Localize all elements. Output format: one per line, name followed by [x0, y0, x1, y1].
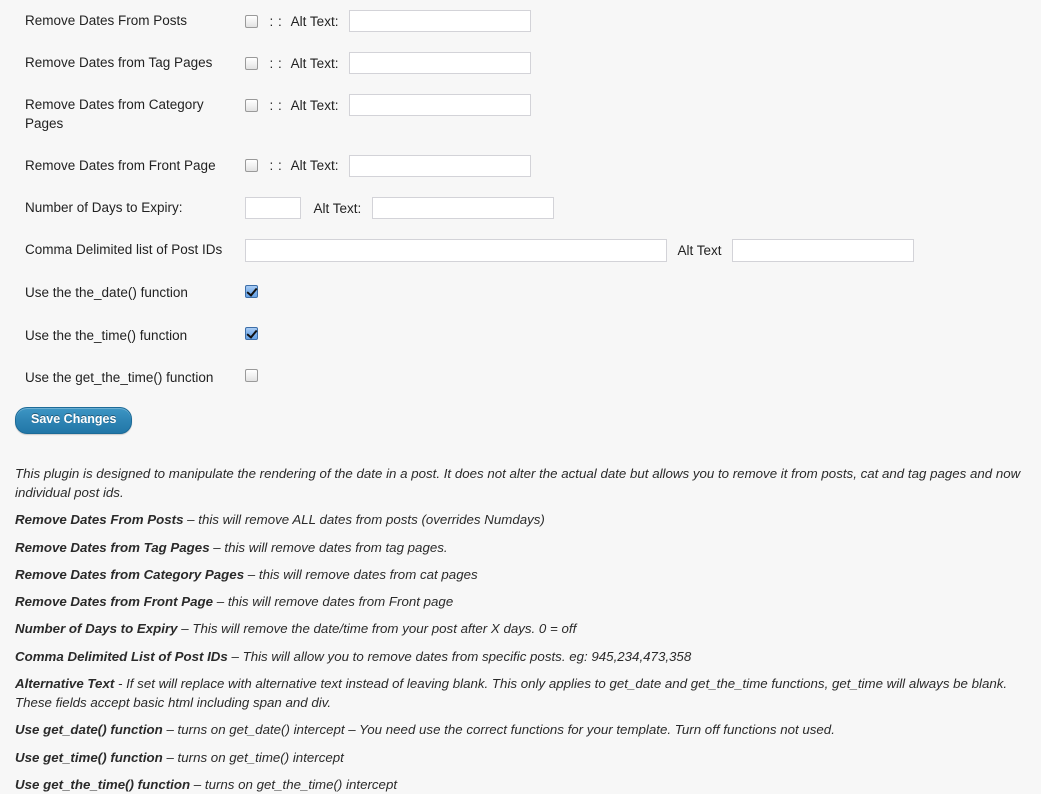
alt-text-label-days-to-expiry: Alt Text: [313, 201, 361, 216]
description-item-text: – This will allow you to remove dates fr… [228, 649, 691, 664]
checkbox-use-the-time[interactable] [245, 327, 258, 340]
settings-row-remove-dates-posts: Remove Dates From Posts : : Alt Text: [0, 0, 1041, 42]
post-ids-input[interactable] [245, 239, 667, 262]
description-item-term: Remove Dates from Front Page [15, 594, 213, 609]
alt-text-label-remove-dates-category-pages: Alt Text: [291, 98, 339, 113]
settings-row-remove-dates-front-page: Remove Dates from Front Page : : Alt Tex… [0, 145, 1041, 187]
description-item-text: – turns on get_the_time() intercept [190, 777, 397, 792]
settings-label-post-ids: Comma Delimited list of Post IDs [0, 229, 245, 272]
alt-text-input-remove-dates-tag-pages[interactable] [349, 52, 531, 74]
description-item-term: Use get_time() function [15, 750, 163, 765]
description-item-text: – This will remove the date/time from yo… [178, 621, 577, 636]
settings-field-use-get-the-time [245, 357, 1041, 399]
description-item-term: Use get_the_time() function [15, 777, 190, 792]
description-item: Comma Delimited List of Post IDs – This … [15, 647, 1029, 666]
settings-field-days-to-expiry: Alt Text: [245, 187, 1041, 229]
checkbox-remove-dates-category-pages[interactable] [245, 99, 258, 112]
description-item-term: Remove Dates from Category Pages [15, 567, 244, 582]
settings-row-remove-dates-tag-pages: Remove Dates from Tag Pages : : Alt Text… [0, 42, 1041, 84]
alt-text-input-remove-dates-posts[interactable] [349, 10, 531, 32]
description-item-text: – this will remove dates from Front page [213, 594, 453, 609]
settings-label-days-to-expiry: Number of Days to Expiry: [0, 187, 245, 229]
settings-form-table: Remove Dates From Posts : : Alt Text: Re… [0, 0, 1041, 399]
settings-field-remove-dates-tag-pages: : : Alt Text: [245, 42, 1041, 84]
description-item: Use get_the_time() function – turns on g… [15, 775, 1029, 794]
description-item: Remove Dates from Front Page – this will… [15, 592, 1029, 611]
description-intro: This plugin is designed to manipulate th… [15, 464, 1029, 503]
settings-field-post-ids: Alt Text [245, 229, 1041, 272]
description-item: Remove Dates from Tag Pages – this will … [15, 538, 1029, 557]
settings-row-remove-dates-category-pages: Remove Dates from Category Pages : : Alt… [0, 84, 1041, 144]
days-to-expiry-input[interactable] [245, 197, 301, 219]
settings-label-remove-dates-category-pages: Remove Dates from Category Pages [0, 84, 245, 144]
plugin-description: This plugin is designed to manipulate th… [0, 434, 1041, 794]
description-item: Use get_date() function – turns on get_d… [15, 720, 1029, 739]
description-items: Remove Dates From Posts – this will remo… [15, 510, 1029, 794]
settings-field-remove-dates-front-page: : : Alt Text: [245, 145, 1041, 187]
separator-label-remove-dates-category-pages: : : [269, 98, 282, 113]
separator-label-remove-dates-posts: : : [269, 14, 282, 29]
settings-row-use-the-time: Use the the_time() function [0, 315, 1041, 357]
alt-text-label-remove-dates-tag-pages: Alt Text: [291, 56, 339, 71]
settings-label-use-the-time: Use the the_time() function [0, 315, 245, 357]
settings-row-post-ids: Comma Delimited list of Post IDs Alt Tex… [0, 229, 1041, 272]
description-item-term: Remove Dates from Tag Pages [15, 540, 210, 555]
settings-label-use-get-the-time: Use the get_the_time() function [0, 357, 245, 399]
description-item-term: Comma Delimited List of Post IDs [15, 649, 228, 664]
description-item-term: Use get_date() function [15, 722, 163, 737]
checkbox-remove-dates-tag-pages[interactable] [245, 57, 258, 70]
separator-label-remove-dates-tag-pages: : : [269, 56, 282, 71]
settings-row-use-get-the-time: Use the get_the_time() function [0, 357, 1041, 399]
alt-text-input-days-to-expiry[interactable] [372, 197, 554, 219]
save-button-container: Save Changes [0, 399, 1041, 434]
description-item: Remove Dates from Category Pages – this … [15, 565, 1029, 584]
settings-field-remove-dates-category-pages: : : Alt Text: [245, 84, 1041, 144]
description-item-text: – turns on get_time() intercept [163, 750, 344, 765]
settings-label-remove-dates-tag-pages: Remove Dates from Tag Pages [0, 42, 245, 84]
description-item-text: – turns on get_date() intercept – You ne… [163, 722, 835, 737]
save-changes-button[interactable]: Save Changes [15, 407, 132, 434]
description-item: Use get_time() function – turns on get_t… [15, 748, 1029, 767]
alt-text-input-remove-dates-category-pages[interactable] [349, 94, 531, 116]
checkbox-remove-dates-front-page[interactable] [245, 159, 258, 172]
settings-field-use-the-time [245, 315, 1041, 357]
description-item: Alternative Text - If set will replace w… [15, 674, 1029, 713]
alt-text-label-post-ids: Alt Text [677, 243, 721, 258]
description-item-term: Alternative Text [15, 676, 114, 691]
description-item-text: - If set will replace with alternative t… [15, 676, 1007, 710]
settings-label-remove-dates-front-page: Remove Dates from Front Page [0, 145, 245, 187]
settings-field-remove-dates-posts: : : Alt Text: [245, 0, 1041, 42]
settings-label-use-the-date: Use the the_date() function [0, 272, 245, 314]
description-item-text: – this will remove dates from cat pages [244, 567, 478, 582]
description-item: Remove Dates From Posts – this will remo… [15, 510, 1029, 529]
settings-row-days-to-expiry: Number of Days to Expiry: Alt Text: [0, 187, 1041, 229]
alt-text-input-post-ids[interactable] [732, 239, 914, 262]
description-item-term: Number of Days to Expiry [15, 621, 178, 636]
separator-label-remove-dates-front-page: : : [269, 158, 282, 173]
description-item-term: Remove Dates From Posts [15, 512, 183, 527]
description-item-text: – this will remove dates from tag pages. [210, 540, 448, 555]
alt-text-input-remove-dates-front-page[interactable] [349, 155, 531, 177]
settings-row-use-the-date: Use the the_date() function [0, 272, 1041, 314]
description-item: Number of Days to Expiry – This will rem… [15, 619, 1029, 638]
checkbox-remove-dates-posts[interactable] [245, 15, 258, 28]
checkbox-use-the-date[interactable] [245, 285, 258, 298]
description-item-text: – this will remove ALL dates from posts … [183, 512, 544, 527]
settings-field-use-the-date [245, 272, 1041, 314]
alt-text-label-remove-dates-posts: Alt Text: [291, 14, 339, 29]
settings-label-remove-dates-posts: Remove Dates From Posts [0, 0, 245, 42]
checkbox-use-get-the-time[interactable] [245, 369, 258, 382]
alt-text-label-remove-dates-front-page: Alt Text: [291, 158, 339, 173]
